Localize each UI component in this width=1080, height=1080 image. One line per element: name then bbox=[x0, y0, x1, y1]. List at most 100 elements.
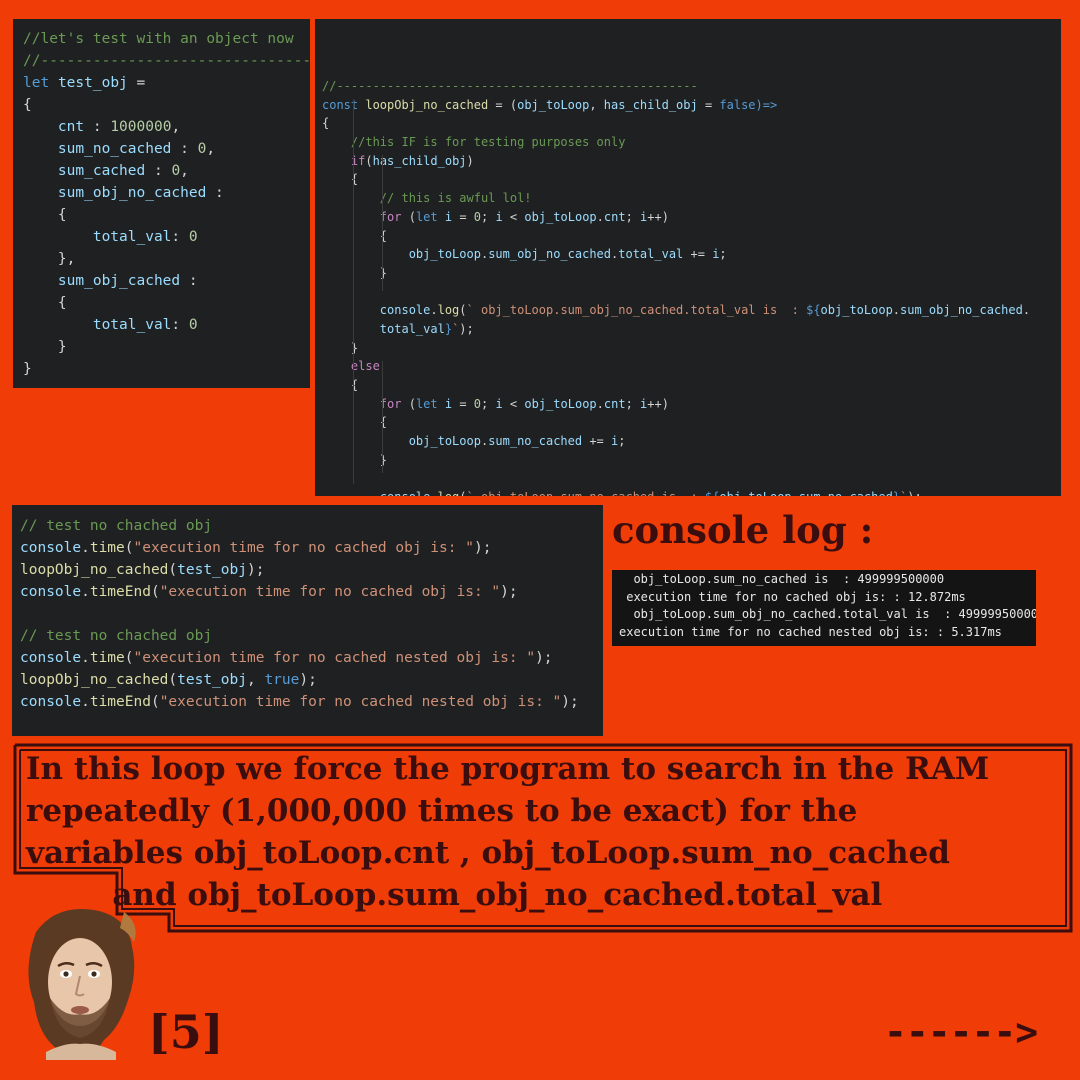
code-line: { bbox=[322, 114, 1061, 133]
indent-guide bbox=[382, 361, 383, 473]
code-token: : bbox=[180, 273, 198, 289]
code-token: . bbox=[1022, 303, 1031, 318]
code-line: //this IF is for testing purposes only bbox=[322, 133, 1061, 152]
code-token: ; bbox=[481, 209, 496, 224]
indent-guide bbox=[353, 99, 354, 484]
code-line: console.log(` obj_toLoop.sum_no_cached i… bbox=[322, 488, 1061, 496]
code-token: ( bbox=[401, 396, 416, 411]
code-token: . bbox=[81, 650, 90, 666]
code-token: . bbox=[892, 303, 901, 318]
code-token: let bbox=[415, 209, 438, 224]
code-token: ++) bbox=[647, 396, 669, 411]
code-token: , bbox=[171, 119, 181, 135]
code-token: true bbox=[264, 672, 300, 688]
code-line: const loopObj_no_cached = (obj_toLoop, h… bbox=[322, 96, 1061, 115]
code-token: : bbox=[171, 141, 198, 157]
code-line: { bbox=[322, 413, 1061, 432]
code-token: loopObj_no_cached bbox=[20, 562, 169, 578]
code-line: console.log(` obj_toLoop.sum_obj_no_cach… bbox=[322, 301, 1061, 320]
console-log-heading: console log : bbox=[612, 508, 874, 552]
code-token: : bbox=[206, 185, 224, 201]
code-token: { bbox=[322, 415, 388, 430]
code-line: } bbox=[322, 339, 1061, 358]
code-token: console bbox=[380, 490, 431, 496]
code-token: sum_obj_cached bbox=[57, 273, 181, 289]
code-token: ; bbox=[481, 396, 496, 411]
code-token: has_child_obj bbox=[372, 153, 467, 168]
code-token: : bbox=[171, 229, 189, 245]
explanation-line: repeatedly (1,000,000 times to be exact)… bbox=[26, 793, 858, 829]
code-token: log bbox=[437, 303, 460, 318]
code-token: ( bbox=[401, 209, 416, 224]
code-line: if(has_child_obj) bbox=[322, 152, 1061, 171]
next-page-arrow[interactable]: ------> bbox=[884, 1010, 1038, 1054]
code-panel-test-calls: // test no chached obj console.time("exec… bbox=[12, 505, 603, 736]
code-token: ; bbox=[625, 209, 641, 224]
code-line: loopObj_no_cached(test_obj); bbox=[20, 559, 603, 581]
code-token: , bbox=[246, 672, 265, 688]
code-line: }, bbox=[23, 248, 310, 270]
code-line: console.time("execution time for no cach… bbox=[20, 537, 603, 559]
indent-guide bbox=[382, 155, 383, 291]
console-output-panel: obj_toLoop.sum_no_cached is : 4999995000… bbox=[612, 570, 1036, 646]
code-token: ` obj_toLoop.sum_no_cached is : bbox=[467, 490, 705, 496]
explanation-line: variables obj_toLoop.cnt , obj_toLoop.su… bbox=[26, 835, 950, 871]
code-token: sum_obj_no_cached bbox=[900, 303, 1023, 318]
code-token: log bbox=[438, 490, 460, 496]
code-token: += bbox=[582, 434, 612, 449]
code-token: : bbox=[145, 163, 172, 179]
code-line: else bbox=[322, 357, 1061, 376]
code-line: obj_toLoop.sum_no_cached += i; bbox=[322, 432, 1061, 451]
code-token: ( bbox=[459, 303, 467, 318]
code-token: } bbox=[893, 490, 900, 496]
code-token: } bbox=[322, 265, 388, 280]
code-token: ); bbox=[500, 584, 518, 600]
code-line: { bbox=[322, 170, 1061, 189]
code-token: obj_toLoop bbox=[408, 434, 481, 449]
code-token: ( bbox=[168, 672, 178, 688]
code-token: ++) bbox=[647, 209, 669, 224]
code-line: cnt : 1000000, bbox=[23, 116, 310, 138]
code-token: i bbox=[495, 396, 503, 411]
code-line: for (let i = 0; i < obj_toLoop.cnt; i++) bbox=[322, 395, 1061, 414]
code-token: . bbox=[81, 584, 90, 600]
code-token: ( bbox=[124, 540, 134, 556]
code-token: i bbox=[444, 396, 453, 411]
code-token: sum_cached bbox=[57, 163, 146, 179]
code-line: // test no chached obj bbox=[20, 515, 603, 537]
code-token: test_obj bbox=[177, 562, 247, 578]
code-line: } bbox=[23, 336, 310, 358]
code-token: < bbox=[502, 209, 525, 224]
code-line: { bbox=[322, 376, 1061, 395]
code-token: i bbox=[444, 209, 453, 224]
code-line: total_val}`); bbox=[322, 320, 1061, 339]
code-line: obj_toLoop.sum_obj_no_cached.total_val +… bbox=[322, 245, 1061, 264]
code-token: ); bbox=[561, 694, 579, 710]
code-token: , bbox=[180, 163, 189, 179]
code-token: obj_toLoop bbox=[517, 97, 590, 112]
code-token: cnt bbox=[603, 209, 626, 224]
code-line: } bbox=[322, 264, 1061, 283]
code-token: }, bbox=[23, 251, 76, 267]
code-token: ( bbox=[150, 584, 160, 600]
code-token: { bbox=[23, 295, 67, 311]
code-token: = ( bbox=[488, 97, 518, 112]
code-token: //--------------------------------------… bbox=[322, 79, 698, 93]
code-line: total_val: 0 bbox=[23, 226, 310, 248]
code-token: timeEnd bbox=[89, 584, 151, 600]
code-token: ); bbox=[907, 490, 921, 496]
code-token: { bbox=[322, 116, 330, 131]
code-token: 0 bbox=[188, 229, 198, 245]
code-token: let bbox=[23, 75, 50, 91]
code-token: ( bbox=[168, 562, 178, 578]
code-token: "execution time for no cached nested obj… bbox=[133, 650, 536, 666]
page-number: [5] bbox=[148, 1005, 224, 1059]
code-token: let bbox=[415, 396, 438, 411]
code-token: total_val bbox=[92, 229, 172, 245]
code-token: console bbox=[20, 694, 82, 710]
